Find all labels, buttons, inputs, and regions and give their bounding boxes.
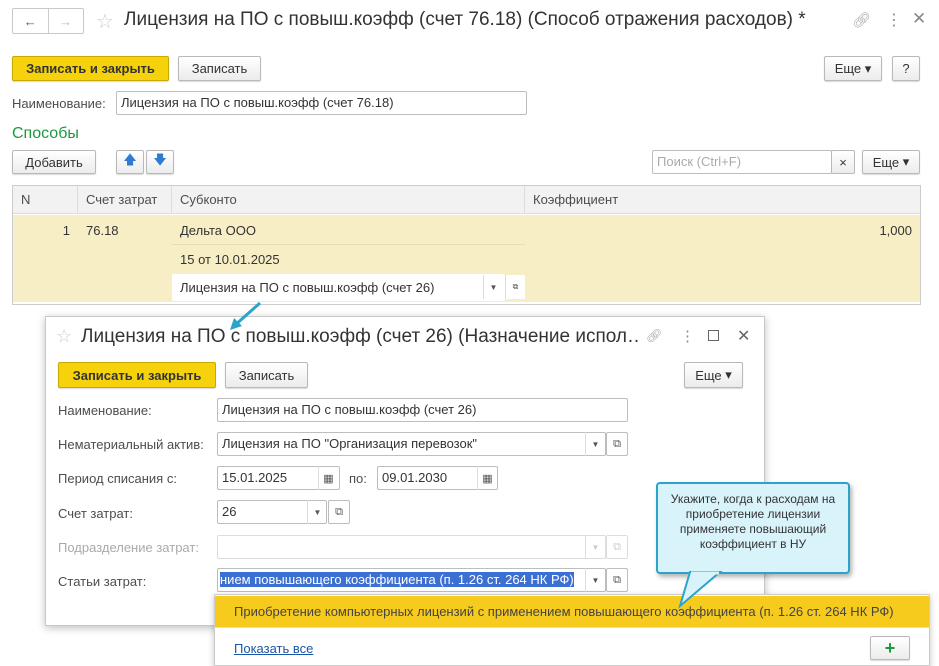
- search-input[interactable]: Поиск (Ctrl+F): [652, 150, 832, 174]
- add-button[interactable]: Добавить: [12, 150, 96, 174]
- dialog-more-button[interactable]: Еще ▾: [684, 362, 743, 388]
- dialog-more-label: Еще: [695, 367, 722, 383]
- dialog-close-icon[interactable]: ✕: [737, 326, 750, 346]
- more-button[interactable]: Еще ▾: [824, 56, 882, 81]
- section-title: Способы: [12, 125, 79, 142]
- search-clear-button[interactable]: ×: [831, 150, 855, 174]
- table-more-button[interactable]: Еще ▾: [862, 150, 920, 174]
- row-coefficient: 1,000: [879, 223, 912, 238]
- window-title: Лицензия на ПО с повыш.коэфф (счет 76.18…: [124, 9, 806, 30]
- forward-button[interactable]: →: [49, 9, 84, 33]
- column-account[interactable]: Счет затрат: [78, 186, 172, 214]
- nav-buttons: ← →: [12, 8, 84, 34]
- callout-pointer: [678, 571, 723, 609]
- department-input: [217, 535, 606, 559]
- expense-selected-text: нием повышающего коэффициента (п. 1.26 с…: [220, 572, 574, 587]
- move-down-button[interactable]: 🡇: [146, 150, 174, 174]
- cost-account-dropdown-icon[interactable]: ▼: [307, 500, 327, 524]
- asset-open-icon[interactable]: ⧉: [606, 432, 628, 456]
- menu-icon[interactable]: ⋮: [886, 10, 902, 30]
- row-open-icon[interactable]: ⧉: [505, 275, 525, 299]
- save-button[interactable]: Записать: [178, 56, 261, 81]
- dialog-name-input[interactable]: Лицензия на ПО с повыш.коэфф (счет 26): [217, 398, 628, 422]
- dialog-name-label: Наименование:: [58, 403, 152, 418]
- column-coefficient[interactable]: Коэффициент: [525, 186, 920, 214]
- dialog-save-button[interactable]: Записать: [225, 362, 308, 388]
- arrow-annotation-icon: [230, 301, 261, 330]
- callout-text: Укажите, когда к расходам на приобретени…: [670, 492, 836, 551]
- row-subconto-1: Дельта ООО: [180, 223, 256, 238]
- name-input[interactable]: Лицензия на ПО с повыш.коэфф (счет 76.18…: [116, 91, 527, 115]
- dialog-menu-icon[interactable]: ⋮: [680, 327, 695, 345]
- expense-input[interactable]: нием повышающего коэффициента (п. 1.26 с…: [217, 568, 606, 592]
- dialog-star-icon[interactable]: ☆: [56, 326, 72, 347]
- row-n: 1: [62, 223, 70, 238]
- row-dropdown-icon[interactable]: ▼: [483, 275, 503, 299]
- cost-account-label: Счет затрат:: [58, 506, 133, 521]
- column-n[interactable]: N: [13, 186, 78, 214]
- period-from-calendar-icon[interactable]: ▦: [318, 466, 338, 490]
- dialog-title: Лицензия на ПО с повыш.коэфф (счет 26) (…: [81, 326, 641, 347]
- department-dropdown-icon: ▼: [585, 535, 605, 559]
- expense-dropdown-icon[interactable]: ▼: [585, 568, 605, 592]
- dialog-link-icon[interactable]: 🔗︎: [646, 328, 663, 344]
- column-subconto[interactable]: Субконто: [172, 186, 525, 214]
- show-all-link[interactable]: Показать все: [234, 641, 313, 656]
- row-subconto-3-input[interactable]: Лицензия на ПО с повыш.коэфф (счет 26): [172, 274, 505, 301]
- asset-input[interactable]: Лицензия на ПО "Организация перевозок": [217, 432, 606, 456]
- row-subconto-2: 15 от 10.01.2025: [180, 252, 280, 267]
- dialog-maximize-icon[interactable]: [708, 330, 719, 341]
- move-up-button[interactable]: 🡅: [116, 150, 144, 174]
- dialog-save-close-button[interactable]: Записать и закрыть: [58, 362, 216, 388]
- asset-dropdown-icon[interactable]: ▼: [585, 432, 605, 456]
- link-icon[interactable]: 🔗︎: [852, 11, 871, 29]
- table-more-label: Еще: [872, 154, 900, 170]
- expense-label: Статьи затрат:: [58, 574, 147, 589]
- department-open-icon: ⧉: [606, 535, 628, 559]
- cost-account-open-icon[interactable]: ⧉: [328, 500, 350, 524]
- dropdown-add-button[interactable]: +: [870, 636, 910, 660]
- row-divider: [172, 244, 525, 245]
- department-label: Подразделение затрат:: [58, 540, 199, 555]
- back-button[interactable]: ←: [13, 9, 49, 33]
- close-icon[interactable]: ✕: [912, 9, 926, 29]
- help-button[interactable]: ?: [892, 56, 920, 81]
- name-label: Наименование:: [12, 96, 106, 111]
- dropdown-option[interactable]: Приобретение компьютерных лицензий с при…: [215, 596, 929, 628]
- expense-open-icon[interactable]: ⧉: [606, 568, 628, 592]
- period-to-label: по:: [349, 471, 367, 486]
- star-icon[interactable]: ☆: [96, 9, 114, 34]
- period-to-calendar-icon[interactable]: ▦: [477, 466, 497, 490]
- save-close-button[interactable]: Записать и закрыть: [12, 56, 169, 81]
- asset-label: Нематериальный актив:: [58, 437, 204, 452]
- more-label: Еще: [834, 61, 862, 76]
- row-account: 76.18: [86, 223, 119, 238]
- period-label: Период списания с:: [58, 471, 177, 486]
- callout: Укажите, когда к расходам на приобретени…: [656, 482, 850, 574]
